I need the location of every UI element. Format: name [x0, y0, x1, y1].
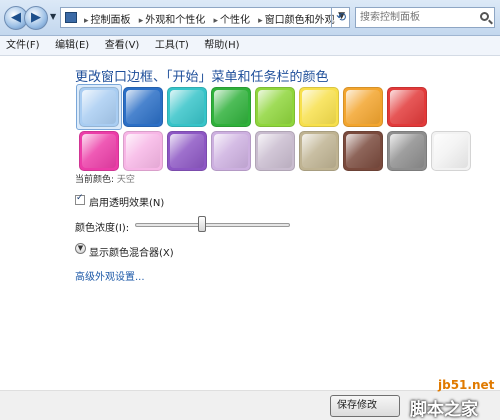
color-swatch[interactable] [211, 131, 251, 171]
swatch-gloss [170, 134, 204, 168]
menu-view[interactable]: 查看(V) [99, 36, 146, 55]
color-mixer-toggle[interactable]: 显示颜色混合器(X) [89, 244, 174, 259]
swatch-gloss [82, 134, 116, 168]
swatch-gloss [302, 134, 336, 168]
main-panel: 更改窗口边框、「开始」菜单和任务栏的颜色 当前颜色: 天空 启用透明效果(N) … [0, 56, 500, 390]
watermark-logo: 脚本之家 [410, 400, 478, 420]
menu-file[interactable]: 文件(F) [0, 36, 46, 55]
menu-edit[interactable]: 编辑(E) [49, 36, 95, 55]
swatch-gloss [258, 90, 292, 124]
color-swatch[interactable] [343, 131, 383, 171]
color-intensity-slider[interactable] [135, 223, 290, 227]
search-box[interactable] [355, 7, 495, 28]
color-swatch[interactable] [387, 131, 427, 171]
color-intensity-slider-thumb[interactable] [197, 216, 206, 232]
color-swatch[interactable] [123, 87, 163, 127]
swatch-gloss [214, 90, 248, 124]
color-swatch[interactable] [387, 87, 427, 127]
recent-pages-dropdown-icon[interactable]: ▼ [50, 12, 56, 21]
swatch-gloss [346, 134, 380, 168]
forward-button[interactable]: ▶ [24, 6, 48, 30]
address-bar[interactable]: ▸ 控制面板 ▸ 外观和个性化 ▸ 个性化 ▸ 窗口颜色和外观 ▼ [60, 7, 350, 28]
swatch-gloss [390, 90, 424, 124]
swatch-gloss [434, 134, 468, 168]
breadcrumb-separator-icon[interactable]: ▸ [258, 16, 263, 26]
breadcrumb-item[interactable]: 窗口颜色和外观 [265, 15, 335, 26]
menu-tools[interactable]: 工具(T) [149, 36, 195, 55]
transparency-label[interactable]: 启用透明效果(N) [89, 194, 164, 209]
breadcrumb-item[interactable]: 个性化 [220, 15, 250, 26]
search-input[interactable] [356, 8, 474, 27]
breadcrumb-separator-icon[interactable]: ▸ [213, 16, 218, 26]
color-swatch[interactable] [167, 131, 207, 171]
page-title: 更改窗口边框、「开始」菜单和任务栏的颜色 [75, 70, 329, 85]
advanced-appearance-link[interactable]: 高级外观设置... [75, 268, 145, 283]
breadcrumb-item[interactable]: 控制面板 [91, 15, 131, 26]
chevron-down-icon: ▼ [77, 244, 84, 252]
swatch-gloss [258, 134, 292, 168]
save-changes-button[interactable]: 保存修改 [330, 395, 400, 417]
forward-arrow-icon: ▶ [31, 10, 41, 25]
watermark-site: jb51.net [438, 378, 495, 392]
swatch-gloss [346, 90, 380, 124]
current-color-value: 天空 [116, 175, 135, 185]
color-swatch[interactable] [299, 131, 339, 171]
swatch-gloss [302, 90, 336, 124]
breadcrumb-separator-icon: ▸ [84, 16, 89, 26]
color-swatch[interactable] [299, 87, 339, 127]
color-swatch[interactable] [123, 131, 163, 171]
swatch-gloss [170, 90, 204, 124]
swatch-gloss [126, 134, 160, 168]
color-swatch[interactable] [167, 87, 207, 127]
color-intensity-label: 颜色浓度(I): [75, 223, 130, 234]
transparency-checkbox[interactable] [75, 193, 85, 205]
swatch-gloss [214, 134, 248, 168]
search-icon[interactable] [480, 12, 489, 21]
title-bar: ◀ ▶ ▼ ▸ 控制面板 ▸ 外观和个性化 ▸ 个性化 ▸ 窗口颜色和外观 ▼ ⟲ [0, 0, 500, 36]
color-swatch[interactable] [255, 131, 295, 171]
color-swatch[interactable] [79, 131, 119, 171]
menu-help[interactable]: 帮助(H) [198, 36, 245, 55]
swatch-gloss [390, 134, 424, 168]
current-color: 当前颜色: 天空 [75, 172, 135, 185]
color-swatch[interactable] [255, 87, 295, 127]
color-swatch[interactable] [211, 87, 251, 127]
breadcrumb-item[interactable]: 外观和个性化 [145, 15, 205, 26]
breadcrumb-separator-icon[interactable]: ▸ [139, 16, 144, 26]
expand-mixer-button[interactable]: ▼ [75, 243, 86, 254]
color-swatch[interactable] [431, 131, 471, 171]
refresh-icon: ⟲ [335, 10, 347, 24]
color-swatch[interactable] [343, 87, 383, 127]
control-panel-icon [65, 12, 77, 23]
current-color-label: 当前颜色: [75, 175, 115, 185]
breadcrumb: ▸ 控制面板 ▸ 外观和个性化 ▸ 个性化 ▸ 窗口颜色和外观 [81, 11, 337, 26]
menu-bar: 文件(F) 编辑(E) 查看(V) 工具(T) 帮助(H) [0, 36, 500, 56]
refresh-button[interactable]: ⟲ [331, 7, 350, 28]
color-swatch[interactable] [79, 87, 119, 127]
swatch-gloss [82, 90, 116, 124]
swatch-gloss [126, 90, 160, 124]
